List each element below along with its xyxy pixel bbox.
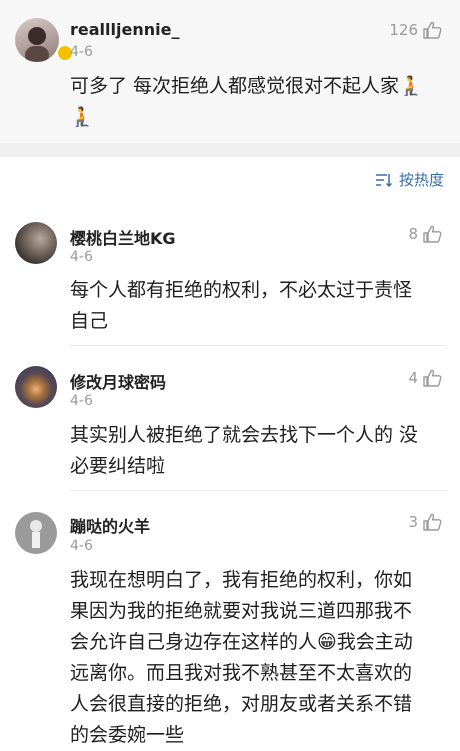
- like-count: 3: [408, 513, 418, 531]
- comment-text-line: 我现在想明白了，我有拒绝的权利，你如: [70, 569, 413, 591]
- like-button[interactable]: 3: [408, 513, 442, 531]
- sort-icon: [375, 173, 393, 187]
- comment-text-line: 每个人都有拒绝的权利，不必太过于责怪: [70, 279, 413, 301]
- thumbs-up-icon: [423, 513, 442, 531]
- like-button[interactable]: 4: [408, 369, 442, 387]
- comment-text-line: 远离你。而且我对我不熟甚至不太喜欢的: [70, 662, 413, 684]
- divider: [70, 345, 446, 346]
- like-count: 126: [389, 21, 418, 39]
- username[interactable]: 蹦哒的火羊: [70, 513, 150, 537]
- comment-date: 4-6: [70, 249, 93, 265]
- divider: [70, 490, 446, 491]
- avatar[interactable]: [15, 512, 57, 554]
- thumbs-up-icon: [423, 225, 442, 243]
- sort-by-hot-button[interactable]: 按热度: [375, 169, 444, 190]
- username[interactable]: reallljennie_: [70, 20, 179, 39]
- comment-text: 其实别人被拒绝了就会去找下一个人的 没 必要纠结啦: [70, 420, 418, 482]
- avatar-photo-icon: [25, 27, 49, 62]
- comment-date: 4-6: [70, 44, 93, 60]
- comment-date: 4-6: [70, 393, 93, 409]
- comment-text: 我现在想明白了，我有拒绝的权利，你如 果因为我的拒绝就要对我说三道四那我不 会允…: [70, 565, 413, 751]
- section-divider: [0, 143, 460, 157]
- avatar-figure-icon: [30, 520, 42, 548]
- sort-label: 按热度: [398, 171, 444, 189]
- comment-text-line: 人会很直接的拒绝，对朋友或者关系不错: [70, 693, 413, 715]
- emoji-icon: 🧎: [399, 75, 423, 97]
- like-count: 8: [408, 225, 418, 243]
- avatar[interactable]: [15, 366, 57, 408]
- thumbs-up-icon: [423, 21, 442, 39]
- comment-text: 每个人都有拒绝的权利，不必太过于责怪 自己: [70, 275, 412, 337]
- comment-text-line: 的会委婉一些: [70, 724, 185, 746]
- like-count: 4: [408, 369, 418, 387]
- avatar[interactable]: [15, 222, 57, 264]
- comment-text-line: 自己: [70, 310, 109, 332]
- thumbs-up-icon: [423, 369, 442, 387]
- like-button[interactable]: 126: [389, 21, 442, 39]
- comment-text-line: 可多了 每次拒绝人都感觉很对不起人家: [70, 75, 400, 97]
- comment-text-line: 会允许自己身边存在这样的人😁我会主动: [70, 631, 413, 653]
- username[interactable]: 修改月球密码: [70, 369, 166, 393]
- comment-text: 可多了 每次拒绝人都感觉很对不起人家🧎 🧎: [70, 71, 450, 133]
- comment-text-line: 果因为我的拒绝就要对我说三道四那我不: [70, 600, 413, 622]
- comment-date: 4-6: [70, 538, 93, 554]
- avatar[interactable]: [15, 18, 59, 62]
- like-button[interactable]: 8: [408, 225, 442, 243]
- username[interactable]: 樱桃白兰地KG: [70, 225, 176, 249]
- emoji-icon: 🧎: [70, 106, 94, 128]
- comment-text-line: 必要纠结啦: [70, 455, 166, 477]
- comment-text-line: 其实别人被拒绝了就会去找下一个人的 没: [70, 424, 419, 446]
